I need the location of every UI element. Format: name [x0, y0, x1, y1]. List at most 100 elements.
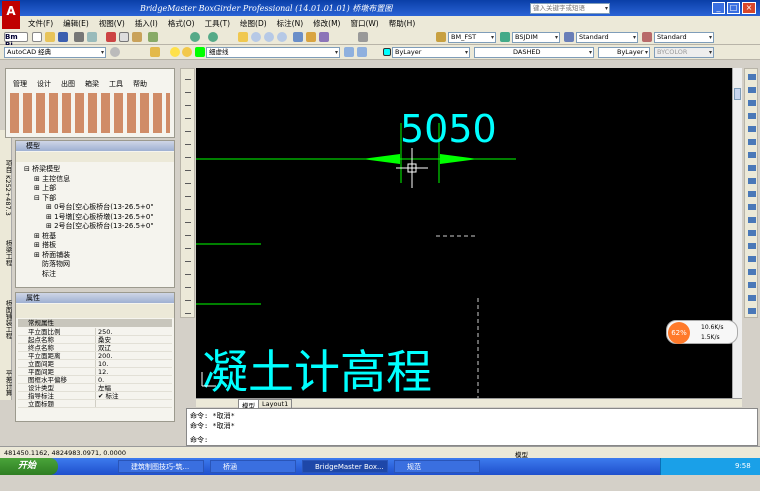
- side-tab-paving[interactable]: 桥面铺装工程: [3, 300, 13, 339]
- bm-tab-manage[interactable]: 管理: [13, 79, 27, 90]
- calculator-icon[interactable]: [358, 32, 368, 42]
- maximize-button[interactable]: □: [727, 2, 740, 14]
- layer-on-icon[interactable]: [170, 47, 180, 57]
- canvas-scrollbar[interactable]: [732, 68, 742, 398]
- match-icon[interactable]: [148, 32, 158, 42]
- workspace-settings-icon[interactable]: [110, 47, 120, 57]
- workspace-select[interactable]: AutoCAD 经典: [4, 47, 106, 58]
- zoom-previous-icon[interactable]: [277, 32, 287, 42]
- preview-icon[interactable]: [87, 32, 97, 42]
- menu-help[interactable]: 帮助(H): [389, 18, 416, 29]
- tree-item-substructure[interactable]: ⊟ 下部: [22, 194, 172, 204]
- table-style-select[interactable]: Standard: [576, 32, 638, 43]
- side-tab-adjust[interactable]: 平差计算: [3, 370, 13, 396]
- task-item-4[interactable]: 规范: [394, 460, 480, 473]
- task-item-1[interactable]: 建筑制图技巧-筑...: [118, 460, 204, 473]
- prop-row[interactable]: 起点名称 桑安: [18, 336, 172, 344]
- dim-style-select[interactable]: BSJDIM: [512, 32, 560, 43]
- pan-icon[interactable]: [238, 32, 248, 42]
- drawing-canvas[interactable]: 5050 凝土计高程: [196, 68, 742, 398]
- tree-item-piles[interactable]: ⊞ 桩基: [22, 232, 172, 242]
- prop-row[interactable]: 设计类型 左幅: [18, 384, 172, 392]
- task-item-3[interactable]: BridgeMaster Box...: [302, 460, 388, 473]
- properties-group-header[interactable]: 常规属性: [18, 319, 172, 327]
- menu-insert[interactable]: 插入(I): [135, 18, 158, 29]
- app-logo-icon[interactable]: A: [2, 1, 20, 29]
- menu-tools[interactable]: 工具(T): [205, 18, 230, 29]
- tree-item-superstructure[interactable]: ⊞ 上部: [22, 184, 172, 194]
- tree-item-approach-slab[interactable]: ⊞ 搭板: [22, 241, 172, 251]
- menu-window[interactable]: 窗口(W): [350, 18, 378, 29]
- redo-icon[interactable]: [208, 32, 218, 42]
- bm-tab-tools[interactable]: 工具: [109, 79, 123, 90]
- tree-item-bridge-model[interactable]: ⊟ 桥梁模型: [22, 165, 172, 175]
- print-icon[interactable]: [74, 32, 84, 42]
- copy-icon[interactable]: [119, 32, 129, 42]
- prop-row[interactable]: 终点名称 双辽: [18, 344, 172, 352]
- save-icon[interactable]: [58, 32, 68, 42]
- command-prompt[interactable]: 命令:: [190, 435, 750, 445]
- lineweight-select[interactable]: ByLayer: [598, 47, 650, 58]
- zoom-window-icon[interactable]: [264, 32, 274, 42]
- close-button[interactable]: ×: [742, 2, 756, 14]
- menu-modify[interactable]: 修改(M): [313, 18, 340, 29]
- bm-tab-design[interactable]: 设计: [37, 79, 51, 90]
- bm-tab-boxgirder[interactable]: 箱梁: [85, 79, 99, 90]
- help-search-input[interactable]: 键入关键字或短语: [530, 3, 610, 14]
- zoom-realtime-icon[interactable]: [251, 32, 261, 42]
- layer-freeze-icon[interactable]: [182, 47, 192, 57]
- prop-row[interactable]: 立面标题: [18, 400, 172, 408]
- prop-row[interactable]: 指导标注 ✔ 标注: [18, 392, 172, 400]
- cut-icon[interactable]: [106, 32, 116, 42]
- table-style-icon[interactable]: [564, 32, 574, 42]
- new-icon[interactable]: [32, 32, 42, 42]
- prop-row[interactable]: 平立面距离 200.: [18, 352, 172, 360]
- bm-icon[interactable]: Bm Bi: [4, 32, 28, 49]
- side-tab-project[interactable]: 项目 K252+487.3: [3, 160, 13, 216]
- color-select[interactable]: ByLayer: [392, 47, 470, 58]
- bm-tab-output[interactable]: 出图: [61, 79, 75, 90]
- menu-dimension[interactable]: 标注(N): [277, 18, 303, 29]
- tree-item-annotation[interactable]: 标注: [22, 270, 172, 280]
- prop-row[interactable]: 立面间距 10.: [18, 360, 172, 368]
- task-item-2[interactable]: 桥涵: [210, 460, 296, 473]
- mleader-style-select[interactable]: Standard: [654, 32, 714, 43]
- prop-row[interactable]: 平面间距 12.: [18, 368, 172, 376]
- layer-color-icon[interactable]: [195, 47, 205, 57]
- perf-widget[interactable]: 62% 10.6K/s 1.5K/s: [666, 320, 738, 344]
- menu-view[interactable]: 视图(V): [99, 18, 125, 29]
- start-button[interactable]: 开始: [0, 458, 58, 475]
- plotstyle-select[interactable]: BYCOLOR: [654, 47, 714, 58]
- layer-previous-icon[interactable]: [357, 47, 367, 57]
- side-tab-bridge[interactable]: 桥梁工程: [3, 240, 13, 266]
- tree-item-main-control[interactable]: ⊞ 主控信息: [22, 175, 172, 185]
- layer-select[interactable]: 细虚线: [206, 47, 340, 58]
- text-style-icon[interactable]: [436, 32, 446, 42]
- tree-item-fence[interactable]: 防落物网: [22, 260, 172, 270]
- minimize-button[interactable]: _: [712, 2, 725, 14]
- menu-file[interactable]: 文件(F): [28, 18, 53, 29]
- dim-style-icon[interactable]: [500, 32, 510, 42]
- properties-icon[interactable]: [293, 32, 303, 42]
- menu-draw[interactable]: 绘图(D): [240, 18, 267, 29]
- scroll-thumb[interactable]: [734, 88, 741, 100]
- text-style-select[interactable]: BM_FST: [448, 32, 496, 43]
- tree-item-pier-1[interactable]: ⊞ 1号墩[空心板桥墩(13-26.5+0": [22, 213, 172, 223]
- tree-item-deck-paving[interactable]: ⊞ 桥面铺装: [22, 251, 172, 261]
- tool-palette-icon[interactable]: [319, 32, 329, 42]
- open-icon[interactable]: [45, 32, 55, 42]
- tree-item-abutment-0[interactable]: ⊞ 0号台[空心板桥台(13-26.5+0": [22, 203, 172, 213]
- prop-row[interactable]: 图框水平偏移 0.: [18, 376, 172, 384]
- undo-icon[interactable]: [190, 32, 200, 42]
- linetype-select[interactable]: DASHED: [474, 47, 594, 58]
- tree-item-abutment-2[interactable]: ⊞ 2号台[空心板桥台(13-26.5+0": [22, 222, 172, 232]
- menu-format[interactable]: 格式(O): [168, 18, 195, 29]
- design-center-icon[interactable]: [306, 32, 316, 42]
- layer-manager-icon[interactable]: [150, 47, 160, 57]
- make-current-icon[interactable]: [344, 47, 354, 57]
- mleader-style-icon[interactable]: [642, 32, 652, 42]
- prop-row[interactable]: 平立面比例 250.: [18, 328, 172, 336]
- bm-tab-help[interactable]: 帮助: [133, 79, 147, 90]
- paste-icon[interactable]: [132, 32, 142, 42]
- menu-edit[interactable]: 编辑(E): [63, 18, 89, 29]
